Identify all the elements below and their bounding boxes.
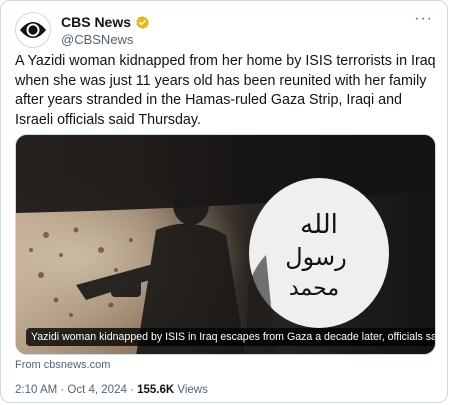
cbs-eye-logo-icon (20, 22, 46, 38)
timestamp[interactable]: 2:10 AM · Oct 4, 2024 · (15, 384, 137, 396)
card-source[interactable]: From cbsnews.com (15, 359, 110, 371)
tweet-meta: 2:10 AM · Oct 4, 2024 · 155.6K Views (15, 384, 208, 396)
handle[interactable]: @CBSNews (61, 32, 150, 47)
more-horizontal-icon[interactable]: ··· (414, 11, 433, 27)
link-card-media[interactable]: الله رسول محمد Yazidi woman kidnapped by… (15, 134, 436, 355)
svg-text:رسول: رسول (285, 243, 347, 271)
tweet-header: CBS News @CBSNews ··· (15, 11, 437, 52)
verified-badge-icon (135, 15, 150, 30)
display-name[interactable]: CBS News (61, 14, 131, 30)
tweet-card: CBS News @CBSNews ··· A Yazidi woman kid… (0, 0, 448, 403)
avatar[interactable] (15, 12, 51, 48)
name-row: CBS News (61, 14, 150, 30)
isis-flag-photo: الله رسول محمد (16, 135, 435, 354)
tweet-text: A Yazidi woman kidnapped from her home b… (15, 53, 436, 128)
svg-text:محمد: محمد (289, 276, 339, 301)
card-caption: Yazidi woman kidnapped by ISIS in Iraq e… (26, 328, 435, 346)
svg-text:الله: الله (300, 210, 338, 240)
author-names: CBS News @CBSNews (61, 14, 150, 47)
views-label: Views (174, 384, 208, 396)
views-count: 155.6K (137, 384, 175, 396)
